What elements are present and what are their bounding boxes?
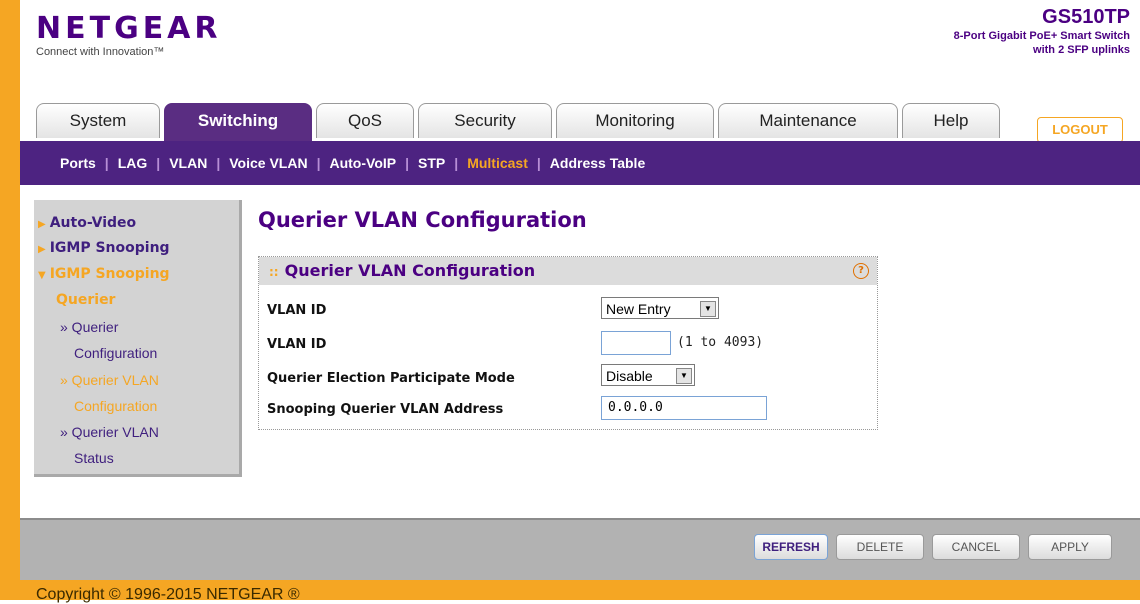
subnav-ports[interactable]: Ports: [60, 141, 96, 185]
page-title: Querier VLAN Configuration: [258, 208, 587, 232]
collapsed-arrow-icon: ▶: [38, 244, 46, 255]
brand-tagline: Connect with Innovation™: [36, 46, 165, 58]
menu-querier-vlan-config-label-2: Configuration: [74, 398, 158, 414]
menu-querier-configuration[interactable]: » Querier Configuration: [60, 314, 157, 366]
menu-querier-vlan-status-label-1: » Querier VLAN: [60, 424, 159, 440]
model-info: GS510TP 8-Port Gigabit PoE+ Smart Switch…: [954, 6, 1130, 57]
subnav-separator: |: [156, 155, 161, 171]
help-icon[interactable]: ?: [853, 263, 869, 279]
menu-igmp-querier-label-2[interactable]: Querier: [56, 292, 115, 308]
menu-querier-config-label-1: » Querier: [60, 319, 119, 335]
subnav-separator: |: [316, 155, 321, 171]
vlan-id-input[interactable]: [601, 331, 671, 355]
vlan-id-input-label: VLAN ID: [267, 337, 327, 352]
menu-igmp-querier-label-1: IGMP Snooping: [49, 266, 170, 282]
brand-name: NETGEAR: [36, 11, 222, 46]
panel-title: Querier VLAN Configuration: [284, 261, 536, 280]
tab-maintenance[interactable]: Maintenance: [718, 103, 898, 138]
tab-security[interactable]: Security: [418, 103, 552, 138]
menu-querier-vlan-status[interactable]: » Querier VLAN Status: [60, 419, 159, 471]
dropdown-arrow-icon: ▼: [676, 368, 692, 384]
refresh-button[interactable]: REFRESH: [754, 534, 828, 560]
subnav-voice-vlan[interactable]: Voice VLAN: [229, 141, 307, 185]
subnav-separator: |: [536, 155, 541, 171]
model-name: GS510TP: [1042, 6, 1130, 28]
dropdown-arrow-icon: ▼: [700, 301, 716, 317]
menu-auto-video-label: Auto-Video: [49, 215, 137, 231]
menu-auto-video[interactable]: ▶ Auto-Video: [38, 215, 136, 231]
subnav-separator: |: [216, 155, 221, 171]
copyright-text: Copyright © 1996-2015 NETGEAR ®: [36, 586, 300, 603]
subnav-auto-voip[interactable]: Auto-VoIP: [329, 141, 396, 185]
model-description: 8-Port Gigabit PoE+ Smart Switch with 2 …: [953, 30, 1130, 56]
tab-system[interactable]: System: [36, 103, 160, 138]
logout-button[interactable]: LOGOUT: [1037, 117, 1123, 143]
subnav-stp[interactable]: STP: [418, 141, 445, 185]
tab-help[interactable]: Help: [902, 103, 1000, 138]
grip-icon: ::: [269, 265, 279, 279]
querier-election-label: Querier Election Participate Mode: [267, 371, 515, 386]
vlan-id-select[interactable]: New Entry ▼: [601, 297, 719, 319]
vlan-id-range-hint: (1 to 4093): [677, 335, 764, 350]
vlan-id-select-label: VLAN ID: [267, 303, 327, 318]
apply-button[interactable]: APPLY: [1028, 534, 1112, 560]
querier-election-select[interactable]: Disable ▼: [601, 364, 695, 386]
panel-header: :: Querier VLAN Configuration ?: [259, 257, 877, 285]
querier-address-input[interactable]: 0.0.0.0: [601, 396, 767, 420]
menu-querier-config-label-2: Configuration: [74, 345, 158, 361]
cancel-button[interactable]: CANCEL: [932, 534, 1020, 560]
expanded-arrow-icon: ▼: [38, 270, 46, 281]
subnav-separator: |: [104, 155, 109, 171]
left-orange-border: [0, 0, 20, 600]
subnav-separator: |: [454, 155, 459, 171]
tab-monitoring[interactable]: Monitoring: [556, 103, 714, 138]
collapsed-arrow-icon: ▶: [38, 219, 46, 230]
subnav-separator: |: [405, 155, 410, 171]
menu-igmp-snooping-label: IGMP Snooping: [49, 240, 170, 256]
config-panel: :: Querier VLAN Configuration ? VLAN ID N…: [258, 256, 878, 430]
subnav-lag[interactable]: LAG: [118, 141, 148, 185]
querier-address-label: Snooping Querier VLAN Address: [267, 402, 504, 417]
sub-navigation: Ports | LAG | VLAN | Voice VLAN | Auto-VoIP | STP |…: [20, 141, 1140, 185]
netgear-logo: NETGEAR Connect with Innovation™: [36, 11, 222, 59]
subnav-address-table[interactable]: Address Table: [550, 141, 645, 185]
menu-querier-vlan-config-label-1: » Querier VLAN: [60, 372, 159, 388]
subnav-vlan[interactable]: VLAN: [169, 141, 207, 185]
menu-igmp-snooping-querier[interactable]: ▼ IGMP Snooping: [38, 266, 170, 282]
menu-igmp-snooping[interactable]: ▶ IGMP Snooping: [38, 240, 170, 256]
querier-election-select-value: Disable: [606, 368, 653, 384]
menu-querier-vlan-status-label-2: Status: [74, 450, 114, 466]
vlan-id-select-value: New Entry: [606, 301, 671, 317]
tab-switching[interactable]: Switching: [164, 103, 312, 142]
subnav-multicast[interactable]: Multicast: [467, 141, 528, 185]
delete-button[interactable]: DELETE: [836, 534, 924, 560]
tab-qos[interactable]: QoS: [316, 103, 414, 138]
left-menu: ▶ Auto-Video ▶ IGMP Snooping ▼ IGMP Snoopin…: [34, 200, 242, 477]
menu-querier-vlan-configuration[interactable]: » Querier VLAN Configuration: [60, 367, 159, 419]
